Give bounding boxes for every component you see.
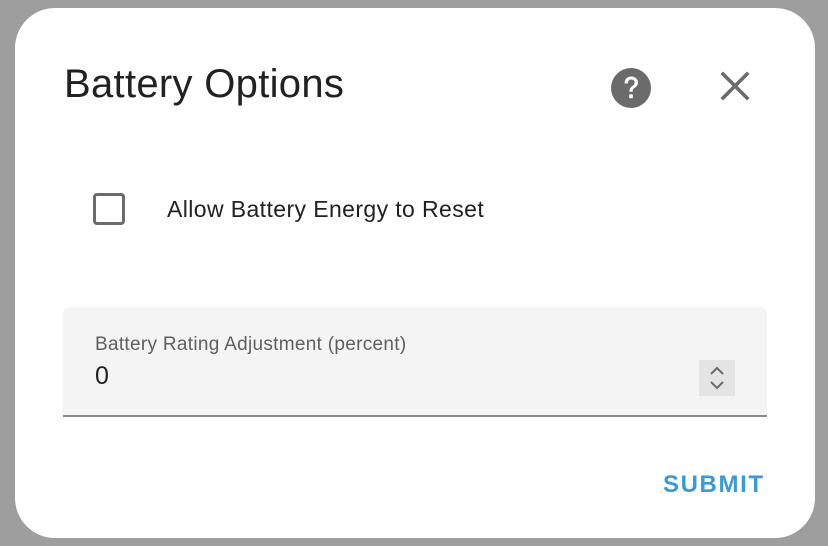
help-button[interactable] [610,67,652,109]
battery-options-dialog: Battery Options Allow Battery Energy to … [15,8,815,538]
close-icon [720,71,750,101]
number-spinner[interactable] [699,360,735,396]
close-button[interactable] [715,66,755,106]
battery-rating-label: Battery Rating Adjustment (percent) [95,334,407,355]
submit-button[interactable]: SUBMIT [663,471,765,499]
allow-reset-label[interactable]: Allow Battery Energy to Reset [167,196,484,223]
spinner-arrows-icon [710,366,724,390]
battery-rating-field[interactable]: Battery Rating Adjustment (percent) [63,307,767,417]
dialog-title: Battery Options [64,62,345,106]
battery-rating-input[interactable] [95,362,655,391]
help-circle-icon [611,68,651,108]
allow-reset-checkbox[interactable] [93,193,125,225]
allow-reset-option[interactable]: Allow Battery Energy to Reset [93,189,484,229]
